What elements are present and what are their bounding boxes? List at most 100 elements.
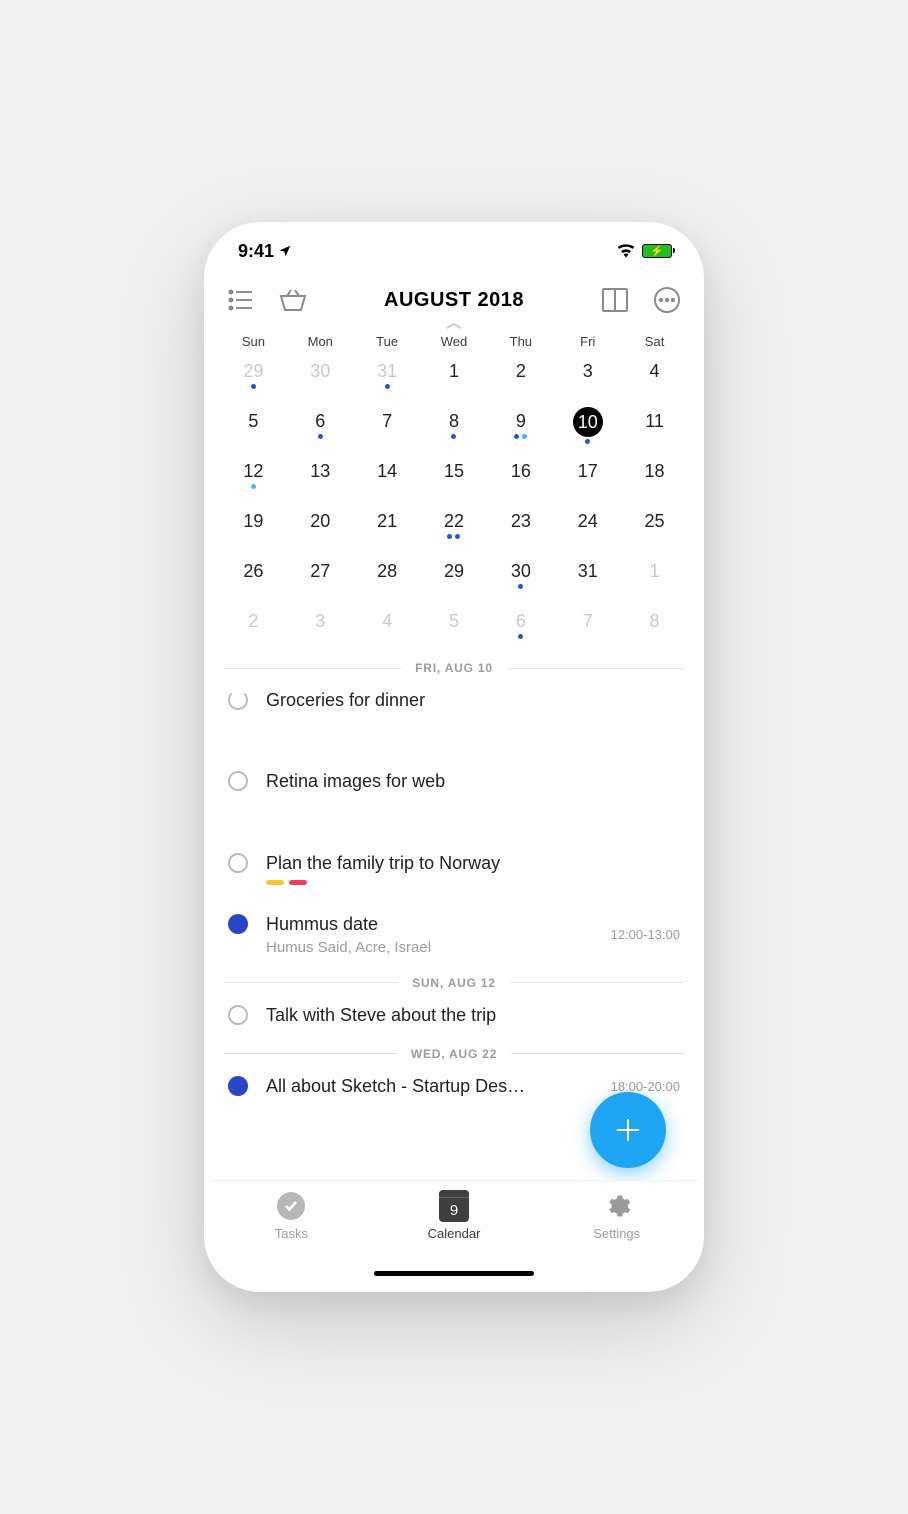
- calendar-day[interactable]: 31: [554, 555, 621, 605]
- calendar-day[interactable]: 8: [621, 605, 688, 655]
- list-icon[interactable]: [226, 285, 256, 315]
- calendar-day[interactable]: 2: [220, 605, 287, 655]
- calendar-day[interactable]: 4: [354, 605, 421, 655]
- day-number: 16: [511, 461, 531, 482]
- task-checkbox[interactable]: [228, 690, 248, 710]
- month-title[interactable]: AUGUST 2018: [384, 289, 524, 312]
- calendar-day[interactable]: 30: [287, 355, 354, 405]
- wifi-icon: [616, 244, 636, 258]
- calendar-day[interactable]: 3: [287, 605, 354, 655]
- task-title: Hummus date: [266, 913, 611, 936]
- day-number: 22: [444, 511, 464, 532]
- calendar-day[interactable]: 1: [621, 555, 688, 605]
- event-dots: [585, 439, 590, 444]
- task-title: Talk with Steve about the trip: [266, 1004, 680, 1027]
- calendar-day[interactable]: 30: [487, 555, 554, 605]
- calendar-day[interactable]: 24: [554, 505, 621, 555]
- weekday-label: Wed: [421, 334, 488, 349]
- day-number: 25: [645, 511, 665, 532]
- task-checkbox[interactable]: [228, 853, 248, 873]
- collapse-chevron-icon[interactable]: [210, 322, 698, 330]
- list-item[interactable]: Groceries for dinner: [210, 675, 698, 726]
- calendar-day[interactable]: 5: [220, 405, 287, 455]
- calendar-day[interactable]: 5: [421, 605, 488, 655]
- list-item[interactable]: Plan the family trip to Norway: [210, 838, 698, 899]
- list-item[interactable]: Hummus date Humus Said, Acre, Israel 12:…: [210, 899, 698, 969]
- calendar-day[interactable]: 21: [354, 505, 421, 555]
- calendar-day[interactable]: 22: [421, 505, 488, 555]
- calendar-day[interactable]: 26: [220, 555, 287, 605]
- calendar-day[interactable]: 11: [621, 405, 688, 455]
- tab-label: Settings: [593, 1226, 640, 1241]
- day-number: 1: [650, 561, 660, 582]
- book-icon[interactable]: [600, 285, 630, 315]
- weekday-label: Sat: [621, 334, 688, 349]
- calendar-day[interactable]: 4: [621, 355, 688, 405]
- add-button[interactable]: [590, 1092, 666, 1168]
- calendar-day[interactable]: 6: [287, 405, 354, 455]
- home-indicator[interactable]: [374, 1271, 534, 1276]
- day-number: 1: [449, 361, 459, 382]
- calendar-day[interactable]: 15: [421, 455, 488, 505]
- calendar-day[interactable]: 31: [354, 355, 421, 405]
- day-number: 31: [377, 361, 397, 382]
- day-number: 30: [310, 361, 330, 382]
- list-item[interactable]: Talk with Steve about the trip: [210, 990, 698, 1041]
- task-checkbox[interactable]: [228, 771, 248, 791]
- toolbar: AUGUST 2018: [210, 274, 698, 326]
- check-icon: [277, 1192, 305, 1220]
- phone-frame: 9:41 ⚡ AUGUST 2018 Sun Mon Tue Wed Thu F…: [204, 222, 704, 1292]
- more-icon[interactable]: [652, 285, 682, 315]
- task-checkbox[interactable]: [228, 1005, 248, 1025]
- basket-icon[interactable]: [278, 285, 308, 315]
- calendar-day[interactable]: 19: [220, 505, 287, 555]
- calendar-day[interactable]: 12: [220, 455, 287, 505]
- day-number: 4: [650, 361, 660, 382]
- tab-settings[interactable]: Settings: [535, 1191, 698, 1286]
- calendar-day[interactable]: 7: [554, 605, 621, 655]
- day-number: 29: [243, 361, 263, 382]
- event-marker: [228, 1076, 248, 1096]
- calendar-day[interactable]: 6: [487, 605, 554, 655]
- calendar-day[interactable]: 25: [621, 505, 688, 555]
- plus-icon: [613, 1115, 643, 1145]
- day-number: 6: [315, 411, 325, 432]
- calendar-day[interactable]: 13: [287, 455, 354, 505]
- day-number: 3: [315, 611, 325, 632]
- calendar-day[interactable]: 23: [487, 505, 554, 555]
- event-dots: [451, 434, 456, 439]
- calendar-day[interactable]: 9: [487, 405, 554, 455]
- calendar-day[interactable]: 17: [554, 455, 621, 505]
- day-number: 4: [382, 611, 392, 632]
- event-dots: [318, 434, 323, 439]
- day-number: 29: [444, 561, 464, 582]
- calendar-day[interactable]: 3: [554, 355, 621, 405]
- calendar-day[interactable]: 27: [287, 555, 354, 605]
- tab-tasks[interactable]: Tasks: [210, 1191, 373, 1286]
- calendar-day[interactable]: 18: [621, 455, 688, 505]
- calendar-day[interactable]: 1: [421, 355, 488, 405]
- day-number: 27: [310, 561, 330, 582]
- notch: [344, 228, 564, 262]
- calendar-day[interactable]: 16: [487, 455, 554, 505]
- calendar-day[interactable]: 20: [287, 505, 354, 555]
- calendar-day[interactable]: 2: [487, 355, 554, 405]
- calendar-day[interactable]: 8: [421, 405, 488, 455]
- calendar-day[interactable]: 29: [220, 355, 287, 405]
- day-number: 17: [578, 461, 598, 482]
- calendar-day[interactable]: 10: [554, 405, 621, 455]
- task-time: 12:00-13:00: [611, 927, 680, 942]
- event-dots: [251, 484, 256, 489]
- calendar-day[interactable]: 29: [421, 555, 488, 605]
- day-number: 7: [583, 611, 593, 632]
- day-number: 5: [248, 411, 258, 432]
- calendar-grid: 2930311234567891011121314151617181920212…: [210, 355, 698, 655]
- day-number: 10: [573, 407, 603, 437]
- day-number: 19: [243, 511, 263, 532]
- event-dots: [518, 584, 523, 589]
- calendar-day[interactable]: 28: [354, 555, 421, 605]
- list-item[interactable]: Retina images for web: [210, 756, 698, 807]
- weekday-header: Sun Mon Tue Wed Thu Fri Sat: [210, 330, 698, 355]
- calendar-day[interactable]: 7: [354, 405, 421, 455]
- calendar-day[interactable]: 14: [354, 455, 421, 505]
